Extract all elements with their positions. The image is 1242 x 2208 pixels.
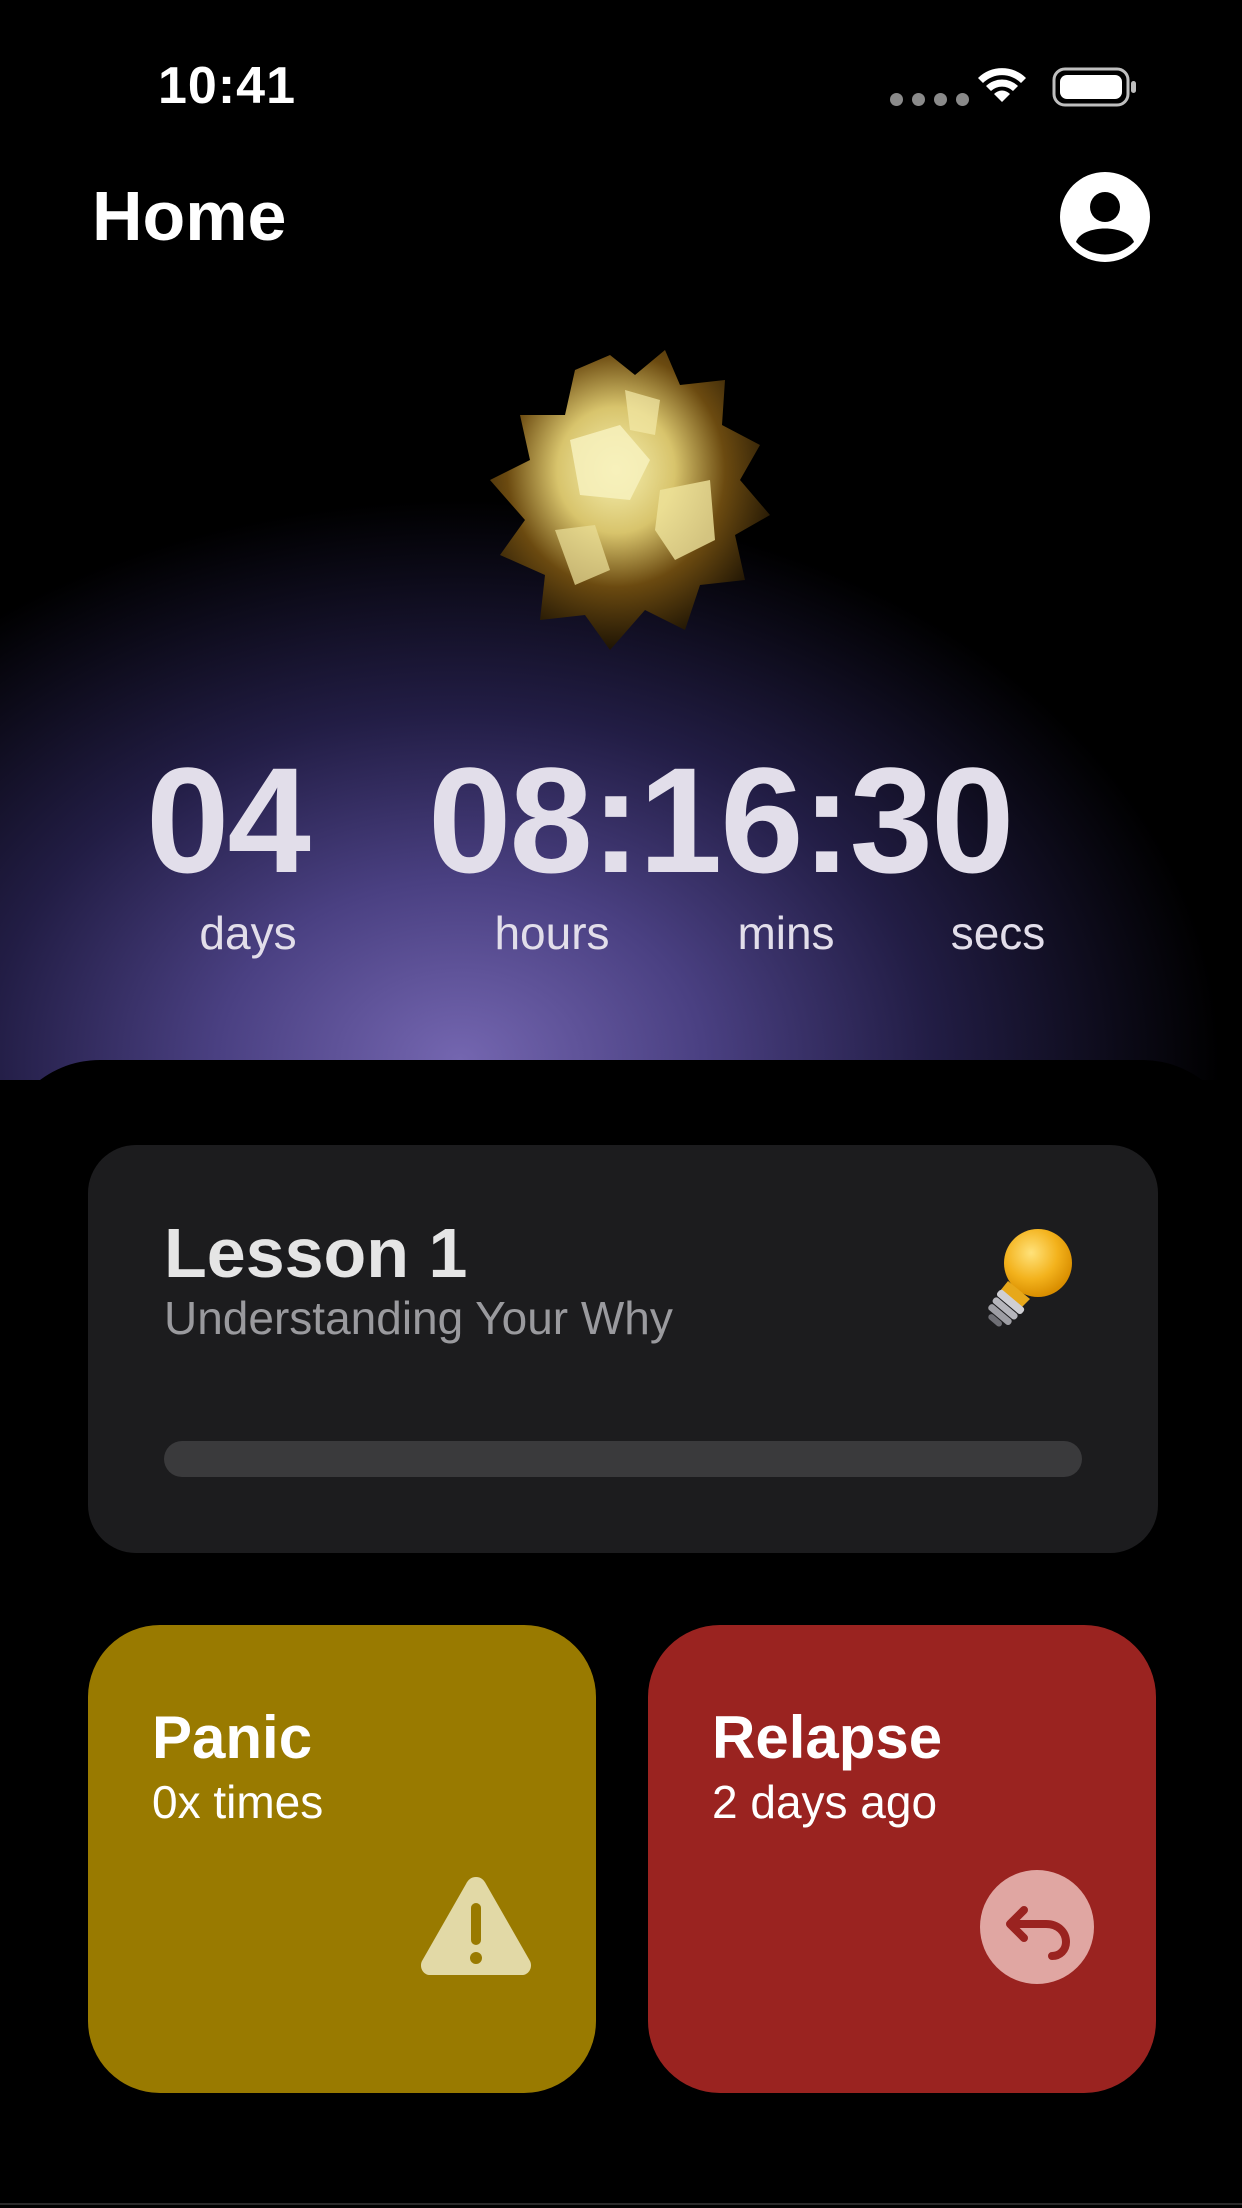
progress-orb-image xyxy=(490,350,770,650)
streak-timer: 04 08:16:30 days hours mins secs xyxy=(0,740,1242,970)
panic-button[interactable]: Panic 0x times xyxy=(88,1625,596,2093)
lesson-card[interactable]: Lesson 1 Understanding Your Why xyxy=(88,1145,1158,1553)
relapse-button[interactable]: Relapse 2 days ago xyxy=(648,1625,1156,2093)
relapse-title: Relapse xyxy=(712,1704,943,1771)
timer-hours-label: hours xyxy=(494,907,610,959)
timer-secs-label: secs xyxy=(950,907,1046,959)
lesson-title: Lesson 1 xyxy=(164,1214,468,1292)
panic-count: 0x times xyxy=(152,1776,324,1828)
timer-mins-label: mins xyxy=(737,907,835,959)
signal-dots-icon xyxy=(890,93,969,106)
timer-clock-value: 08:16:30 xyxy=(428,736,1014,904)
undo-icon xyxy=(1006,1906,1071,1960)
panic-title: Panic xyxy=(152,1704,313,1771)
dynamic-island xyxy=(424,33,816,143)
timer-days-label: days xyxy=(199,907,297,959)
lesson-progress-bar xyxy=(164,1441,1082,1477)
undo-button[interactable] xyxy=(980,1870,1094,1984)
status-time: 10:41 xyxy=(158,57,296,115)
lightbulb-icon xyxy=(988,1229,1072,1327)
page-title: Home xyxy=(92,177,287,255)
lesson-subtitle: Understanding Your Why xyxy=(164,1292,673,1344)
relapse-last: 2 days ago xyxy=(712,1776,938,1828)
timer-days-value: 04 xyxy=(146,736,311,904)
battery-icon xyxy=(1052,67,1136,107)
profile-icon[interactable] xyxy=(1060,172,1150,262)
warning-icon xyxy=(420,1877,532,1975)
wifi-icon xyxy=(978,68,1026,102)
bottom-divider xyxy=(0,2203,1242,2205)
